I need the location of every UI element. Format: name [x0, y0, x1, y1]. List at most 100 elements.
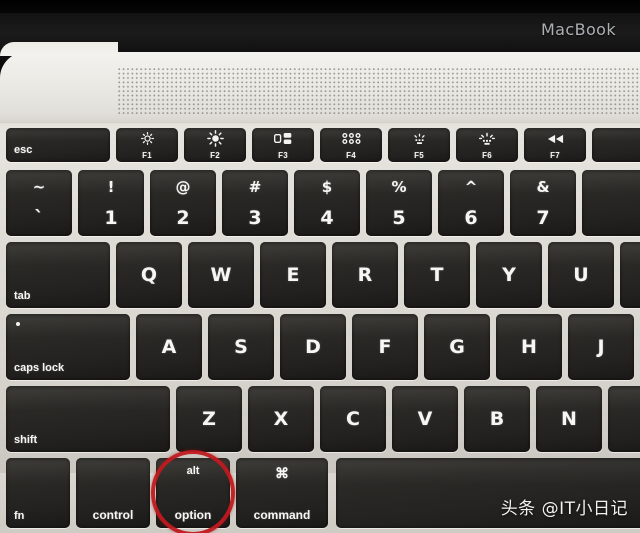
key-f-label: F	[378, 336, 392, 358]
key-7[interactable]: & 7	[510, 170, 576, 236]
key-tab[interactable]: tab	[6, 242, 110, 308]
key-esc-label: esc	[14, 144, 33, 156]
key-5[interactable]: % 5	[366, 170, 432, 236]
keyboard-backlight-up-icon	[456, 130, 518, 147]
chassis-top-panel	[0, 42, 640, 128]
key-i-partial[interactable]	[620, 242, 640, 308]
key-v-label: V	[417, 408, 433, 430]
key-f6[interactable]: F6	[456, 128, 518, 162]
key-z[interactable]: Z	[176, 386, 242, 452]
key-6[interactable]: ^ 6	[438, 170, 504, 236]
key-d[interactable]: D	[280, 314, 346, 380]
key-r[interactable]: R	[332, 242, 398, 308]
rewind-icon	[524, 130, 586, 147]
key-f4-label: F4	[346, 151, 356, 160]
key-b[interactable]: B	[464, 386, 530, 452]
key-w-label: W	[210, 264, 232, 286]
key-backtick-lower-label: `	[34, 207, 44, 229]
key-option[interactable]: alt option	[156, 458, 230, 528]
key-f4[interactable]: F4	[320, 128, 382, 162]
macbook-keyboard-photo: MacBook esc F1 F2 F3 F4 F5 F6 F7 ~ ` ! 1…	[0, 0, 640, 533]
key-f2[interactable]: F2	[184, 128, 246, 162]
speaker-grille	[118, 68, 640, 114]
key-1-upper-label: !	[107, 178, 115, 196]
watermark-text: 头条 @IT小日记	[500, 499, 628, 519]
key-h[interactable]: H	[496, 314, 562, 380]
key-x[interactable]: X	[248, 386, 314, 452]
key-shift[interactable]: shift	[6, 386, 170, 452]
key-e[interactable]: E	[260, 242, 326, 308]
key-z-label: Z	[202, 408, 216, 430]
launchpad-icon	[320, 130, 382, 147]
key-1[interactable]: ! 1	[78, 170, 144, 236]
key-f1[interactable]: F1	[116, 128, 178, 162]
key-f7-label: F7	[550, 151, 560, 160]
key-command[interactable]: ⌘ command	[236, 458, 328, 528]
key-f3[interactable]: F3	[252, 128, 314, 162]
key-1-lower-label: 1	[104, 207, 118, 229]
brightness-down-icon	[116, 130, 178, 147]
key-j-label: J	[597, 336, 605, 358]
key-esc[interactable]: esc	[6, 128, 110, 162]
key-n-label: N	[561, 408, 577, 430]
key-n[interactable]: N	[536, 386, 602, 452]
key-5-upper-label: %	[391, 178, 407, 196]
brightness-up-icon	[184, 130, 246, 147]
key-g-label: G	[449, 336, 465, 358]
key-h-label: H	[521, 336, 537, 358]
key-3-upper-label: #	[248, 178, 262, 196]
key-y-label: Y	[502, 264, 516, 286]
key-a-label: A	[161, 336, 177, 358]
command-symbol-icon: ⌘	[275, 465, 289, 481]
key-v[interactable]: V	[392, 386, 458, 452]
key-d-label: D	[305, 336, 321, 358]
key-backtick-upper-label: ~	[32, 178, 46, 196]
key-g[interactable]: G	[424, 314, 490, 380]
key-caps-lock[interactable]: caps lock	[6, 314, 130, 380]
key-c-label: C	[346, 408, 360, 430]
key-backtick[interactable]: ~ `	[6, 170, 72, 236]
key-command-label: command	[253, 508, 311, 522]
key-control[interactable]: control	[76, 458, 150, 528]
key-7-lower-label: 7	[536, 207, 550, 229]
key-2-upper-label: @	[175, 178, 191, 196]
key-f7[interactable]: F7	[524, 128, 586, 162]
key-caps-lock-label: caps lock	[14, 362, 65, 374]
key-q[interactable]: Q	[116, 242, 182, 308]
key-7-upper-label: &	[536, 178, 550, 196]
key-w[interactable]: W	[188, 242, 254, 308]
key-2[interactable]: @ 2	[150, 170, 216, 236]
lid-top-edge	[0, 0, 640, 13]
macbook-wordmark: MacBook	[540, 20, 616, 39]
key-s-label: S	[234, 336, 248, 358]
key-b-label: B	[489, 408, 505, 430]
key-y[interactable]: Y	[476, 242, 542, 308]
key-f5[interactable]: F5	[388, 128, 450, 162]
key-fn[interactable]: fn	[6, 458, 70, 528]
key-2-lower-label: 2	[176, 207, 190, 229]
key-4[interactable]: $ 4	[294, 170, 360, 236]
mission-control-icon	[252, 130, 314, 147]
key-f5-label: F5	[414, 151, 424, 160]
key-tab-label: tab	[14, 290, 31, 302]
key-3[interactable]: # 3	[222, 170, 288, 236]
key-4-lower-label: 4	[320, 207, 334, 229]
key-c[interactable]: C	[320, 386, 386, 452]
key-m-partial[interactable]	[608, 386, 640, 452]
key-u[interactable]: U	[548, 242, 614, 308]
key-6-lower-label: 6	[464, 207, 478, 229]
key-t[interactable]: T	[404, 242, 470, 308]
key-s[interactable]: S	[208, 314, 274, 380]
key-f8-partial[interactable]	[592, 128, 640, 162]
key-fn-label: fn	[14, 510, 25, 522]
key-8-partial[interactable]	[582, 170, 640, 236]
key-f6-label: F6	[482, 151, 492, 160]
key-q-label: Q	[140, 264, 158, 286]
key-control-label: control	[92, 508, 134, 522]
key-j[interactable]: J	[568, 314, 634, 380]
key-a[interactable]: A	[136, 314, 202, 380]
key-option-label: option	[174, 508, 212, 522]
key-4-upper-label: $	[321, 178, 333, 196]
key-6-upper-label: ^	[464, 178, 478, 196]
key-f[interactable]: F	[352, 314, 418, 380]
